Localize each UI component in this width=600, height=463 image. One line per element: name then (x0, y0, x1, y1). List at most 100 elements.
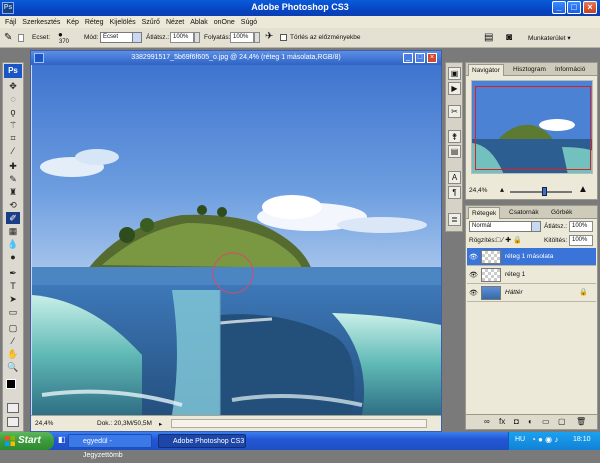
tool-preset-dropdown[interactable] (18, 34, 24, 42)
eraser-icon[interactable]: ✎ (4, 32, 12, 43)
navigator-thumbnail[interactable] (471, 80, 593, 174)
eyedropper-tool-icon[interactable]: ⁄ (6, 145, 20, 157)
navigator-zoom-value[interactable]: 24,4% (469, 187, 487, 194)
zoom-slider-thumb[interactable] (542, 187, 547, 196)
taskbar-item-photoshop[interactable]: Adobe Photoshop CS3 (158, 434, 246, 448)
screen-mode-button[interactable] (7, 417, 19, 427)
brush-preview-icon[interactable]: ● (58, 30, 63, 39)
layer-opacity-input[interactable]: 100% (569, 221, 593, 232)
maximize-button[interactable]: □ (567, 1, 581, 14)
magic-wand-tool-icon[interactable]: ⚚ (6, 119, 20, 131)
tab-histogram[interactable]: Hisztogram (510, 64, 549, 76)
blend-mode-select[interactable]: Normál (469, 221, 541, 232)
menu-onone[interactable]: onOne (211, 19, 238, 26)
type-tool-icon[interactable]: T (6, 280, 20, 292)
move-tool-icon[interactable]: ✥ (6, 80, 20, 92)
link-layers-icon[interactable]: ∞ (484, 417, 490, 426)
airbrush-icon[interactable]: ✈ (265, 31, 273, 42)
quick-mask-button[interactable] (7, 403, 19, 413)
doc-close-button[interactable]: × (427, 53, 437, 63)
layer-row-1[interactable]: 👁 réteg 1 (467, 266, 596, 284)
crop-tool-icon[interactable]: ⌗ (6, 132, 20, 144)
tab-info[interactable]: Információ (552, 64, 588, 76)
stamp-tool-icon[interactable]: ♜ (6, 186, 20, 198)
history-panel-icon[interactable]: ▣ (448, 67, 461, 80)
layer-comps-icon[interactable]: ≣ (448, 213, 461, 226)
menu-help[interactable]: Súgó (238, 19, 260, 26)
menu-file[interactable]: Fájl (2, 19, 19, 26)
zoom-slider[interactable] (510, 191, 572, 193)
brushes-panel-icon[interactable]: ⚵ (448, 130, 461, 143)
tray-icons[interactable]: ◔ ● ◉ ♪ (531, 435, 558, 444)
erase-history-checkbox[interactable] (280, 34, 287, 41)
new-group-icon[interactable]: ▭ (542, 417, 550, 426)
history-brush-tool-icon[interactable]: ⟲ (6, 199, 20, 211)
clone-source-icon[interactable]: ▤ (448, 145, 461, 158)
menu-edit[interactable]: Szerkesztés (19, 19, 63, 26)
flow-dropdown[interactable] (254, 32, 260, 43)
tab-layers[interactable]: Rétegek (468, 207, 501, 219)
actions-panel-icon[interactable]: ▶ (448, 82, 461, 95)
hand-tool-icon[interactable]: ✋ (6, 348, 20, 360)
tab-navigator[interactable]: Navigátor (468, 64, 504, 76)
gradient-tool-icon[interactable]: ▦ (6, 225, 20, 237)
menu-window[interactable]: Ablak (187, 19, 211, 26)
status-arrow-icon[interactable]: ▸ (159, 420, 162, 428)
delete-layer-icon[interactable]: 🗑 (576, 417, 586, 426)
brush-tool-icon[interactable]: ✎ (6, 173, 20, 185)
character-panel-icon[interactable]: A (448, 171, 461, 184)
language-indicator[interactable]: HU (515, 436, 525, 443)
fill-input[interactable]: 100% (569, 235, 593, 246)
notes-tool-icon[interactable]: ▢ (6, 322, 20, 334)
healing-tool-icon[interactable]: ✚ (6, 160, 20, 172)
layer-row-background[interactable]: 👁 Háttér 🔒 (467, 284, 596, 302)
bridge-icon[interactable]: ◙ (506, 32, 512, 43)
eyedropper2-tool-icon[interactable]: ⁄ (6, 335, 20, 347)
opacity-dropdown[interactable] (194, 32, 200, 43)
image-canvas[interactable] (32, 65, 441, 415)
mode-select[interactable]: Ecset (100, 32, 142, 43)
menu-layer[interactable]: Réteg (82, 19, 107, 26)
eraser-tool-icon[interactable]: ✐ (6, 212, 20, 224)
adjustment-layer-icon[interactable]: ◐ (528, 417, 533, 426)
palette-well-icon[interactable]: ▤ (484, 32, 493, 43)
zoom-tool-icon[interactable]: 🔍 (6, 361, 20, 373)
marquee-tool-icon[interactable]: ◌ (6, 93, 20, 105)
paragraph-panel-icon[interactable]: ¶ (448, 186, 461, 199)
start-button[interactable]: Start (0, 432, 54, 450)
new-layer-icon[interactable]: ▢ (558, 417, 566, 426)
foreground-color-swatch[interactable] (6, 379, 16, 389)
status-zoom[interactable]: 24,4% (35, 420, 53, 427)
pen-tool-icon[interactable]: ✒ (6, 267, 20, 279)
eye-icon[interactable]: 👁 (469, 271, 478, 279)
dodge-tool-icon[interactable]: ● (6, 251, 20, 263)
quick-launch-icon[interactable]: ◧ (58, 435, 66, 444)
zoom-out-icon[interactable]: ▴ (500, 185, 504, 194)
flow-input[interactable]: 100% (230, 32, 254, 43)
zoom-in-icon[interactable]: ▲ (578, 184, 588, 195)
horizontal-scrollbar[interactable] (171, 419, 427, 428)
shape-tool-icon[interactable]: ▭ (6, 306, 20, 318)
doc-maximize-button[interactable]: □ (415, 53, 425, 63)
blur-tool-icon[interactable]: 💧 (6, 238, 20, 250)
close-button[interactable]: × (583, 1, 597, 14)
doc-minimize-button[interactable]: _ (403, 53, 413, 63)
path-select-tool-icon[interactable]: ➤ (6, 293, 20, 305)
menu-view[interactable]: Nézet (163, 19, 187, 26)
layer-mask-icon[interactable]: ◘ (514, 417, 519, 426)
menu-filter[interactable]: Szűrő (139, 19, 163, 26)
eye-icon[interactable]: 👁 (469, 289, 478, 297)
tab-channels[interactable]: Csatornák (506, 207, 542, 219)
layer-style-icon[interactable]: fx (499, 417, 505, 426)
minimize-button[interactable]: _ (552, 1, 566, 14)
layer-row-copy[interactable]: 👁 réteg 1 másolata (467, 248, 596, 266)
lasso-tool-icon[interactable]: ϙ (6, 106, 20, 118)
lock-icons[interactable]: □ ⁄ ✚ 🔒 (496, 236, 522, 244)
tab-paths[interactable]: Görbék (548, 207, 575, 219)
tool-presets-icon[interactable]: ✂ (448, 105, 461, 118)
eye-icon[interactable]: 👁 (469, 253, 478, 261)
taskbar-item-notepad[interactable]: egyedül - Jegyzettömb (68, 434, 152, 459)
workspace-menu[interactable]: Munkaterület ▾ (528, 34, 571, 42)
navigator-view-box[interactable] (475, 86, 591, 170)
menu-image[interactable]: Kép (63, 19, 81, 26)
